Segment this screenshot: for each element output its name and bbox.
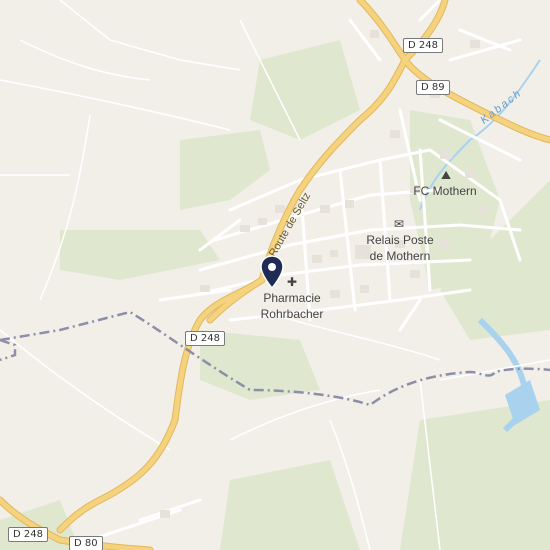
map-view[interactable]: D 248 D 89 D 248 D 248 D 80 Route de Sel… xyxy=(0,0,550,550)
place-label-fc-mothern[interactable]: FC Mothern xyxy=(405,183,485,199)
pharmacy-icon: ✚ xyxy=(287,275,298,289)
route-shield-d248-southwest: D 248 xyxy=(8,527,48,542)
place-label-pharmacie-rohrbacher[interactable]: Pharmacie Rohrbacher xyxy=(252,290,332,322)
location-pin-icon[interactable] xyxy=(260,255,284,289)
route-shield-d80: D 80 xyxy=(69,536,103,550)
route-shield-d248-north: D 248 xyxy=(403,38,443,53)
stadium-icon: ⛰ xyxy=(441,168,452,182)
route-shield-d248-west: D 248 xyxy=(185,331,225,346)
place-label-relais-poste[interactable]: Relais Poste de Mothern xyxy=(360,232,440,264)
post-office-icon: ✉ xyxy=(394,217,405,231)
route-shield-d89: D 89 xyxy=(416,80,450,95)
